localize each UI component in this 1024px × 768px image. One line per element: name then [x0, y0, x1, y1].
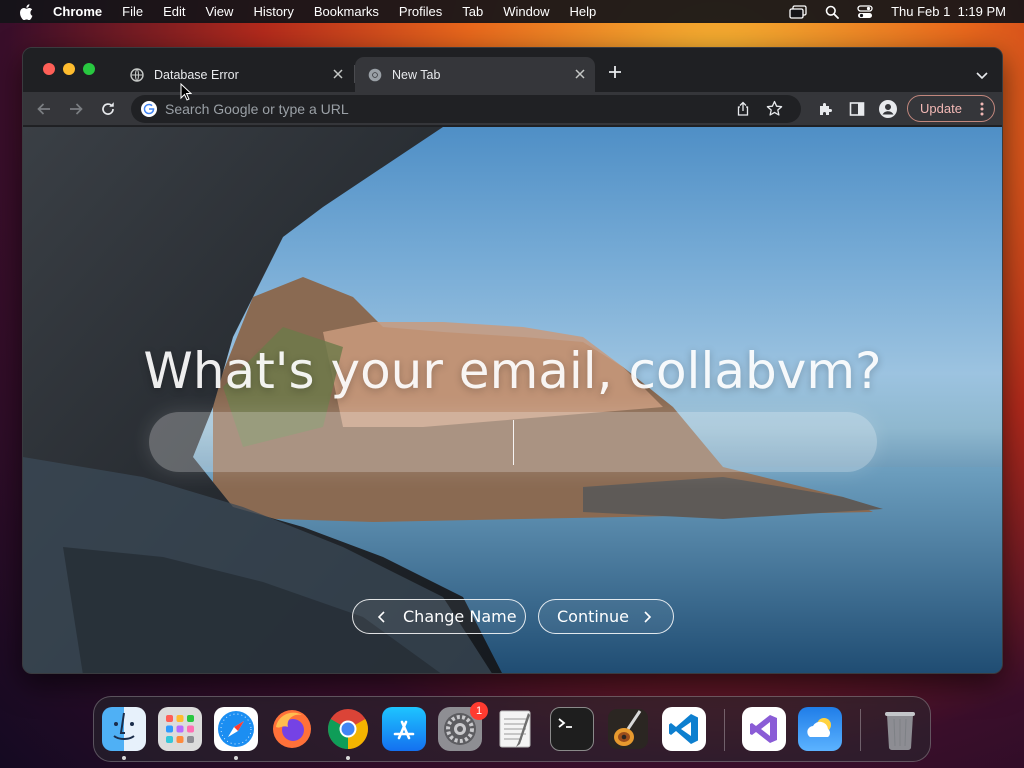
menu-edit[interactable]: Edit	[163, 4, 185, 19]
dock-separator	[860, 709, 861, 751]
garageband-icon[interactable]	[606, 707, 650, 751]
menu-bookmarks[interactable]: Bookmarks	[314, 4, 379, 19]
firefox-icon[interactable]	[270, 707, 314, 751]
close-window-button[interactable]	[43, 63, 55, 75]
browser-toolbar: Search Google or type a URL Update	[23, 92, 1002, 126]
change-name-button[interactable]: Change Name	[352, 599, 526, 634]
menu-tab[interactable]: Tab	[462, 4, 483, 19]
new-tab-page: What's your email, collabvm? Change Name…	[23, 127, 1002, 673]
control-center-icon[interactable]	[857, 4, 873, 19]
extensions-puzzle-icon[interactable]	[816, 100, 834, 118]
address-bar[interactable]: Search Google or type a URL	[131, 95, 801, 123]
globe-icon	[129, 67, 145, 83]
google-g-icon	[141, 101, 157, 117]
reload-icon[interactable]	[99, 100, 117, 118]
address-bar-placeholder: Search Google or type a URL	[165, 101, 349, 117]
menu-profiles[interactable]: Profiles	[399, 4, 442, 19]
minimize-window-button[interactable]	[63, 63, 75, 75]
forward-arrow-icon[interactable]	[67, 100, 85, 118]
dock-separator	[724, 709, 725, 751]
more-options-icon[interactable]	[980, 102, 984, 119]
continue-label: Continue	[557, 607, 629, 626]
background-landscape-image	[23, 127, 1002, 673]
chevron-left-icon	[377, 611, 385, 623]
dock: 1	[93, 696, 931, 762]
tab-new-tab[interactable]: New Tab	[355, 57, 595, 92]
menu-file[interactable]: File	[122, 4, 143, 19]
menu-window[interactable]: Window	[503, 4, 549, 19]
close-tab-icon[interactable]	[573, 67, 587, 81]
running-indicator	[346, 756, 350, 760]
screen-mirroring-icon[interactable]	[789, 4, 807, 19]
menu-view[interactable]: View	[205, 4, 233, 19]
tab-strip: Database Error New Tab	[23, 48, 1002, 92]
textedit-icon[interactable]	[494, 707, 538, 751]
notification-badge: 1	[470, 702, 488, 720]
spotlight-search-icon[interactable]	[825, 5, 839, 19]
page-headline: What's your email, collabvm?	[143, 342, 882, 400]
menu-history[interactable]: History	[253, 4, 293, 19]
continue-button[interactable]: Continue	[538, 599, 674, 634]
share-icon[interactable]	[735, 101, 751, 117]
menu-help[interactable]: Help	[570, 4, 597, 19]
tab-database-error[interactable]: Database Error	[117, 57, 353, 92]
bookmark-star-icon[interactable]	[766, 100, 783, 117]
tab-title: New Tab	[392, 67, 441, 82]
new-tab-plus-icon[interactable]	[607, 64, 623, 80]
update-button[interactable]: Update	[907, 95, 995, 122]
terminal-icon[interactable]	[550, 707, 594, 751]
side-panel-icon[interactable]	[848, 100, 866, 118]
safari-icon[interactable]	[214, 707, 258, 751]
profile-avatar-icon[interactable]	[879, 100, 897, 118]
chrome-icon	[367, 67, 383, 83]
window-controls	[43, 63, 95, 75]
app-store-icon[interactable]	[382, 707, 426, 751]
email-input[interactable]	[149, 412, 877, 472]
trash-icon[interactable]	[878, 707, 922, 751]
maximize-window-button[interactable]	[83, 63, 95, 75]
running-indicator	[122, 756, 126, 760]
tab-title: Database Error	[154, 67, 239, 82]
google-chrome-icon[interactable]	[326, 707, 370, 751]
visual-studio-icon[interactable]	[742, 707, 786, 751]
chrome-window: Database Error New Tab Search Google or …	[22, 47, 1003, 674]
text-caret	[513, 420, 514, 465]
tab-search-chevron-icon[interactable]	[976, 67, 988, 80]
apple-menu-icon[interactable]	[19, 3, 33, 20]
back-arrow-icon[interactable]	[35, 100, 53, 118]
running-indicator	[234, 756, 238, 760]
change-name-label: Change Name	[403, 607, 517, 626]
close-tab-icon[interactable]	[331, 67, 345, 81]
visual-studio-code-icon[interactable]	[662, 707, 706, 751]
menu-bar: Chrome File Edit View History Bookmarks …	[0, 0, 1024, 23]
menu-app-name[interactable]: Chrome	[53, 4, 102, 19]
clock-datetime[interactable]: Thu Feb 1 1:19 PM	[891, 4, 1006, 19]
update-label: Update	[920, 101, 962, 116]
launchpad-icon[interactable]	[158, 707, 202, 751]
weather-icon[interactable]	[798, 707, 842, 751]
mouse-pointer-icon	[180, 83, 192, 101]
chevron-right-icon	[644, 611, 652, 623]
finder-icon[interactable]	[102, 707, 146, 751]
